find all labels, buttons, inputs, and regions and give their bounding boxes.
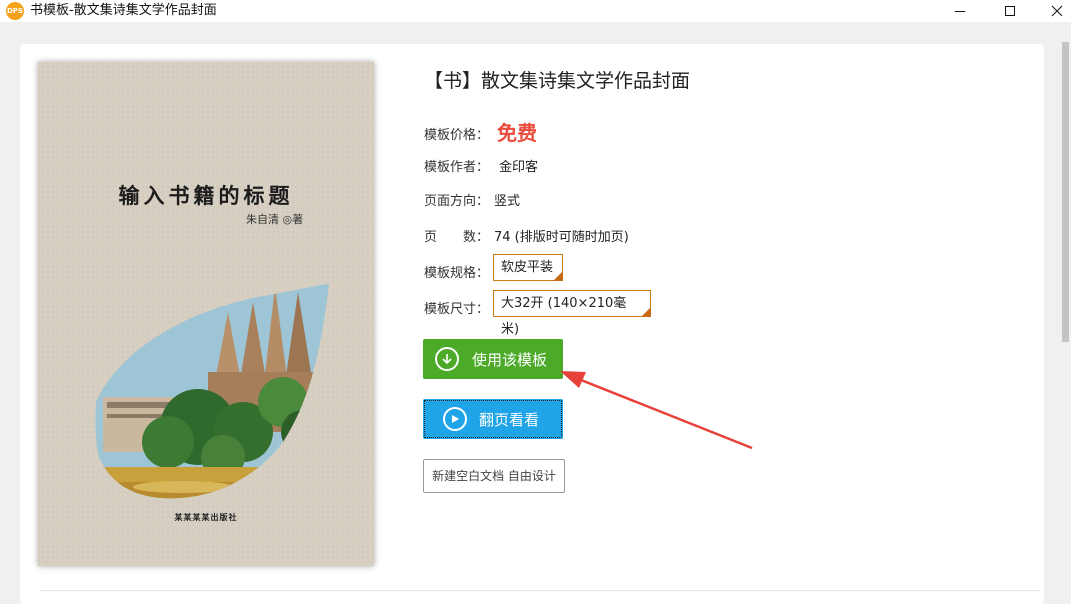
maximize-icon	[1005, 6, 1015, 16]
pages-value: 74 (排版时可随时加页)	[494, 230, 629, 245]
minimize-icon	[955, 11, 965, 12]
use-template-button[interactable]: 使用该模板	[423, 339, 563, 379]
orientation-value: 竖式	[494, 194, 521, 209]
orientation-label: 页面方向：	[424, 194, 490, 209]
author-value: 金印客	[499, 160, 539, 175]
cover-publisher: 某某某某出版社	[174, 512, 238, 522]
scroll-thumb[interactable]	[1062, 42, 1069, 342]
selected-corner-icon	[553, 271, 563, 281]
flip-preview-label: 翻页看看	[479, 410, 540, 429]
cover-preview: 输入书籍的标题 朱自清 ◎著 某某某某出版社	[38, 62, 374, 566]
price-label: 模板价格：	[424, 128, 490, 143]
cover-illustration	[95, 284, 330, 499]
price-value: 免费	[497, 121, 537, 145]
download-icon	[435, 347, 459, 371]
template-title: 【书】散文集诗集文学作品封面	[424, 70, 691, 92]
divider	[40, 590, 1040, 591]
spec-label: 模板规格：	[424, 266, 490, 281]
spec-select[interactable]: 软皮平装	[493, 254, 563, 281]
close-icon	[1051, 5, 1063, 17]
new-blank-document-button[interactable]: 新建空白文档 自由设计	[423, 459, 565, 493]
maximize-button[interactable]	[988, 0, 1032, 22]
flip-preview-button[interactable]: 翻页看看	[423, 399, 563, 439]
use-template-label: 使用该模板	[472, 350, 548, 369]
spec-select-value: 软皮平装	[501, 260, 554, 275]
cover-title: 输入书籍的标题	[118, 183, 294, 208]
app-logo-icon: DPS	[6, 2, 24, 20]
play-icon	[443, 407, 467, 431]
pages-label: 页 数：	[424, 230, 490, 245]
size-label: 模板尺寸：	[424, 302, 490, 317]
cover-author: 朱自清 ◎著	[246, 213, 304, 226]
vertical-scrollbar[interactable]	[1060, 22, 1071, 596]
selected-corner-icon	[641, 307, 651, 317]
author-label: 模板作者：	[424, 160, 490, 175]
title-bar: DPS 书模板-散文集诗集文学作品封面	[0, 0, 1071, 22]
window-title: 书模板-散文集诗集文学作品封面	[30, 3, 217, 18]
size-select[interactable]: 大32开 (140×210毫米)	[493, 290, 651, 337]
close-button[interactable]	[1035, 0, 1071, 22]
minimize-button[interactable]	[938, 0, 982, 22]
